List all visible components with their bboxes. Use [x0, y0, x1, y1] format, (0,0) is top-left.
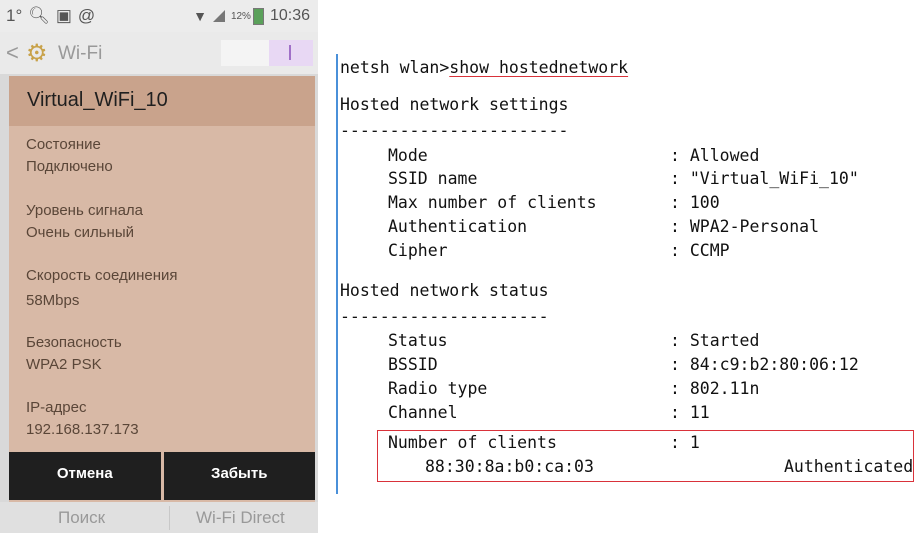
setting-key: Max number of clients — [388, 193, 597, 212]
setting-value: : 100 — [670, 193, 720, 212]
field-state: Состояние Подключено — [26, 134, 113, 178]
toggle-knob — [269, 40, 313, 66]
status-value: : 11 — [670, 403, 710, 422]
setting-value: : "Virtual_WiFi_10" — [670, 169, 859, 188]
dialog-buttons: Отмена Забыть — [9, 452, 315, 500]
status-key: Radio type — [388, 379, 488, 398]
field-label: IP-адрес — [26, 399, 87, 416]
setting-value: : Allowed — [670, 146, 760, 165]
action-bar: < ⚙ Wi-Fi — [0, 32, 318, 74]
cancel-button[interactable]: Отмена — [9, 452, 161, 500]
at-icon: @ — [77, 6, 96, 25]
field-ip-address: IP-адрес 192.168.137.173 — [26, 397, 139, 441]
setting-value: : WPA2-Personal — [670, 217, 820, 236]
bottom-bar: Поиск Wi-Fi Direct — [0, 502, 318, 533]
forget-button[interactable]: Забыть — [163, 452, 315, 500]
search-icon: 🔍︎ — [28, 6, 50, 25]
console-window: netsh wlan>show hostednetwork Hosted net… — [336, 54, 914, 494]
field-value: 58Mbps — [26, 292, 80, 309]
field-signal-strength: Уровень сигнала Очень сильный — [26, 200, 143, 244]
field-value: WPA2 PSK — [26, 356, 102, 373]
status-key: BSSID — [388, 355, 438, 374]
field-label: Состояние — [26, 136, 101, 153]
status-value: : Started — [670, 331, 760, 350]
status-value: : 802.11n — [670, 379, 760, 398]
image-icon: ▣ — [55, 6, 72, 25]
divider — [169, 506, 170, 530]
clock: 10:36 — [269, 7, 310, 24]
status-value: : 84:c9:b2:80:06:12 — [670, 355, 859, 374]
separator: ----------------------- — [340, 121, 569, 140]
settings-header: Hosted network settings — [340, 95, 569, 114]
setting-key: Authentication — [388, 217, 528, 236]
back-button[interactable]: < — [6, 40, 19, 66]
setting-value: : CCMP — [670, 241, 730, 260]
search-button[interactable]: Поиск — [58, 508, 105, 528]
field-security: Безопасность WPA2 PSK — [26, 332, 122, 376]
android-phone-screen: 1° 🔍︎ ▣ @ ▼ 12% 10:36 < ⚙ Wi-Fi Virtual_… — [0, 0, 318, 533]
field-label: Безопасность — [26, 334, 122, 351]
settings-gear-icon: ⚙ — [26, 40, 48, 67]
separator: --------------------- — [340, 307, 549, 326]
wifi-toggle[interactable] — [221, 40, 313, 66]
setting-key: Mode — [388, 146, 428, 165]
wifi-direct-button[interactable]: Wi-Fi Direct — [196, 508, 285, 528]
actionbar-title: Wi-Fi — [58, 43, 103, 64]
field-value: Очень сильный — [26, 224, 134, 241]
status-key: Channel — [388, 403, 458, 422]
field-value: 192.168.137.173 — [26, 421, 139, 438]
status-bar: 1° 🔍︎ ▣ @ ▼ 12% 10:36 — [0, 0, 318, 32]
status-left-text: 1° — [6, 6, 23, 25]
field-label: Скорость соединения — [26, 267, 178, 284]
setting-key: SSID name — [388, 169, 478, 188]
command-text: show hostednetwork — [449, 58, 629, 77]
battery-percent: 12% — [230, 10, 251, 22]
setting-key: Cipher — [388, 241, 448, 260]
field-label: Уровень сигнала — [26, 202, 144, 219]
dialog-title: Virtual_WiFi_10 — [27, 89, 168, 111]
battery-icon: 12% — [230, 7, 264, 25]
wifi-network-dialog: Virtual_WiFi_10 Состояние Подключено Уро… — [9, 76, 315, 508]
wifi-icon: ▼ — [193, 8, 207, 24]
command-line: netsh wlan>show hostednetwork — [340, 58, 628, 78]
prompt: netsh wlan> — [340, 58, 450, 77]
status-header: Hosted network status — [340, 281, 549, 300]
field-link-speed: Скорость соединения 58Mbps — [26, 265, 178, 312]
field-value: Подключено — [26, 158, 113, 175]
dialog-title-bar: Virtual_WiFi_10 — [9, 76, 315, 126]
signal-icon — [212, 10, 225, 22]
clients-highlight-box — [377, 430, 914, 482]
status-key: Status — [388, 331, 448, 350]
